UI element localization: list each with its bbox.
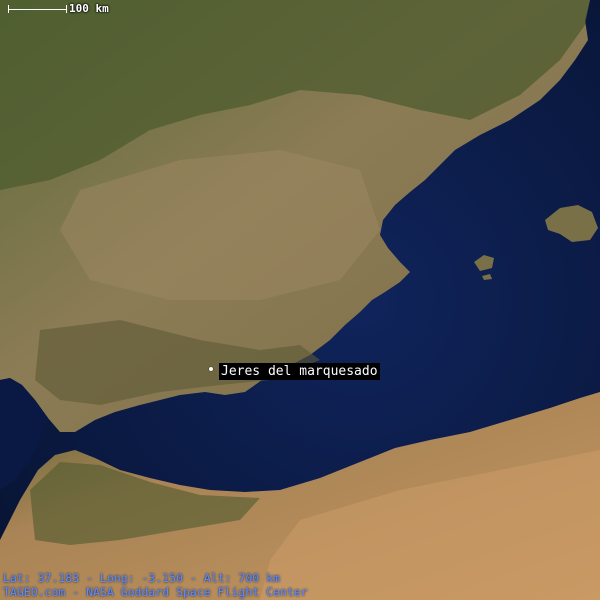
scale-bar-tick-end <box>66 5 67 13</box>
place-name-label: Jeres del marquesado <box>219 363 380 380</box>
scale-label: 100 km <box>69 2 109 15</box>
location-marker-icon[interactable] <box>209 367 213 371</box>
scale-bar-tick-start <box>8 5 9 13</box>
satellite-map[interactable]: 100 km Jeres del marquesado Lat: 37.183 … <box>0 0 600 600</box>
coordinates-readout: Lat: 37.183 - Long: -3.150 - Alt: 700 km <box>3 571 280 585</box>
satellite-imagery <box>0 0 600 600</box>
scale-bar-line <box>8 9 66 10</box>
credit-text: TAGEO.com - NASA Goddard Space Flight Ce… <box>3 585 308 599</box>
